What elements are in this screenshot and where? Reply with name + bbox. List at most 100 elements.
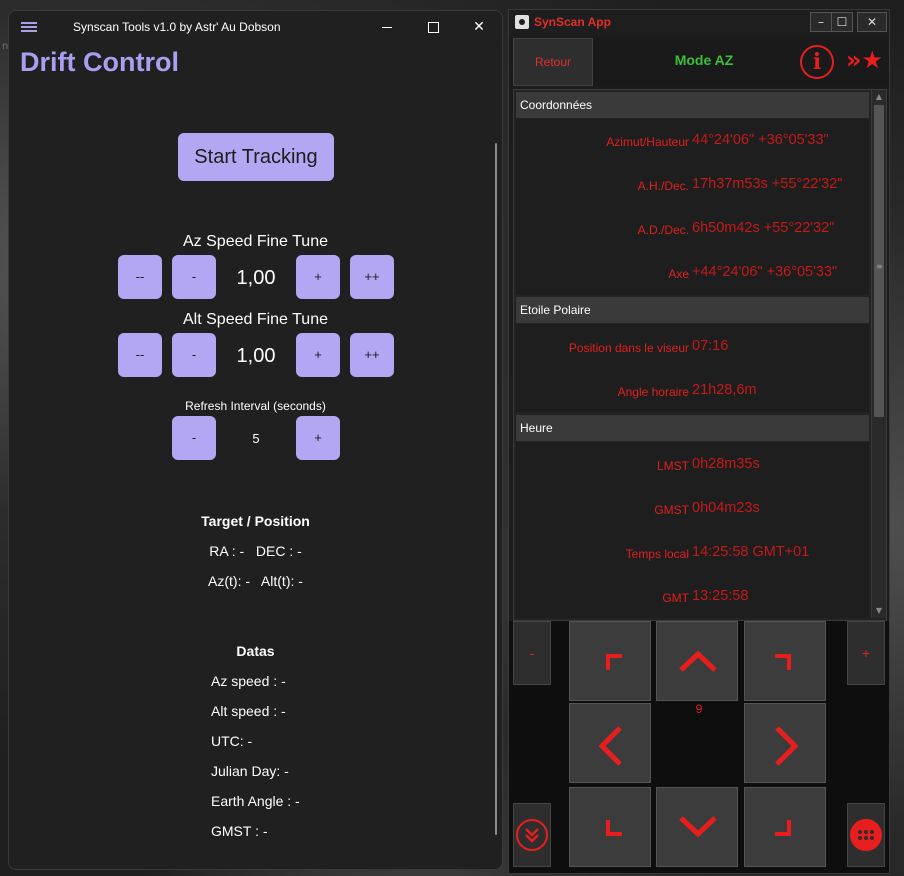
alt-decrease-large-button[interactable]: -- bbox=[118, 333, 162, 377]
coord-row: A.H./Dec. 17h37m53s +55°22'32" bbox=[516, 176, 869, 196]
scroll-up-icon[interactable]: ▲ bbox=[872, 90, 886, 104]
row-label: LMST bbox=[656, 459, 689, 473]
az-decrease-button[interactable]: - bbox=[172, 255, 216, 299]
alt-increase-button[interactable]: + bbox=[296, 333, 340, 377]
alt-speed-readout: Alt speed : - bbox=[211, 703, 286, 719]
row-label: Position dans le viseur bbox=[568, 341, 689, 355]
move-down-button[interactable] bbox=[656, 787, 738, 867]
refresh-increase-button[interactable]: + bbox=[296, 416, 340, 460]
coordinates-section-header: Coordonnées bbox=[516, 92, 869, 118]
double-chevron-down-icon bbox=[516, 819, 548, 851]
az-increase-large-button[interactable]: ++ bbox=[350, 255, 394, 299]
coord-row: A.D./Dec. 6h50m42s +55°22'32" bbox=[516, 220, 869, 240]
direction-pad: - + bbox=[509, 621, 889, 873]
row-label: Azimut/Hauteur bbox=[606, 135, 689, 149]
ra-dec-readout: RA : - DEC : - bbox=[209, 543, 302, 559]
row-label: Axe bbox=[668, 267, 689, 281]
minimize-button[interactable] bbox=[364, 11, 410, 43]
scroll-down-icon[interactable]: ▼ bbox=[872, 604, 886, 618]
az-increase-button[interactable]: + bbox=[296, 255, 340, 299]
coord-row: Azimut/Hauteur 44°24'06" +36°05'33" bbox=[516, 132, 869, 152]
close-button[interactable]: ✕ bbox=[857, 12, 887, 32]
move-up-button[interactable] bbox=[656, 621, 738, 701]
maximize-button[interactable]: ☐ bbox=[831, 12, 853, 32]
row-label: A.D./Dec. bbox=[637, 223, 689, 237]
az-fine-tune-label: Az Speed Fine Tune bbox=[183, 233, 328, 250]
maximize-icon: ☐ bbox=[836, 15, 848, 29]
corner-down-left-icon bbox=[606, 820, 622, 836]
favorite-star-icon[interactable]: »★ bbox=[846, 47, 883, 73]
time-row: LMST 0h28m35s bbox=[516, 456, 869, 476]
minimize-button[interactable]: – bbox=[810, 12, 832, 32]
speed-decrease-button[interactable]: - bbox=[513, 621, 551, 685]
polar-row: Position dans le viseur 07:16 bbox=[516, 338, 869, 358]
az-decrease-large-button[interactable]: -- bbox=[118, 255, 162, 299]
refresh-decrease-button[interactable]: - bbox=[172, 416, 216, 460]
title-bar: Synscan Tools v1.0 by Astr' Au Dobson ✕ bbox=[9, 11, 502, 43]
refresh-interval-label: Refresh Interval (seconds) bbox=[185, 399, 326, 413]
polar-row: Angle horaire 21h28,6m bbox=[516, 382, 869, 402]
row-value: 0h04m23s bbox=[692, 500, 760, 516]
target-position-heading: Target / Position bbox=[201, 513, 310, 529]
info-icon[interactable]: i bbox=[800, 45, 834, 79]
close-button[interactable]: ✕ bbox=[456, 11, 502, 43]
slew-speed-value: 9 bbox=[695, 702, 703, 716]
start-tracking-button[interactable]: Start Tracking bbox=[178, 133, 334, 181]
corner-down-right-icon bbox=[775, 820, 791, 836]
move-down-right-button[interactable] bbox=[744, 787, 826, 867]
scrollbar[interactable] bbox=[495, 143, 497, 835]
row-value: 13:25:58 bbox=[692, 588, 749, 604]
drift-control-window: Synscan Tools v1.0 by Astr' Au Dobson ✕ … bbox=[8, 10, 503, 870]
refresh-interval-value: 5 bbox=[252, 431, 260, 446]
coord-row: Axe +44°24'06" +36°05'33" bbox=[516, 264, 869, 284]
scroll-thumb[interactable]: ≡ bbox=[874, 105, 884, 417]
chevron-up-icon bbox=[679, 650, 717, 672]
alt-fine-tune-label: Alt Speed Fine Tune bbox=[183, 311, 328, 328]
chevron-right-icon bbox=[775, 726, 799, 766]
time-section: LMST 0h28m35s GMST 0h04m23s Temps local … bbox=[516, 442, 869, 618]
move-left-button[interactable] bbox=[569, 703, 651, 783]
expand-button[interactable] bbox=[513, 803, 551, 867]
row-value: 21h28,6m bbox=[692, 382, 757, 398]
time-row: GMT 13:25:58 bbox=[516, 588, 869, 608]
page-title: Drift Control bbox=[20, 47, 179, 77]
window-title: SynScan App bbox=[534, 15, 611, 29]
title-bar: SynScan App – ☐ ✕ bbox=[509, 10, 889, 34]
move-up-right-button[interactable] bbox=[744, 621, 826, 701]
row-value: +44°24'06" +36°05'33" bbox=[692, 264, 838, 280]
move-up-left-button[interactable] bbox=[569, 621, 651, 701]
keypad-grid-icon bbox=[850, 819, 882, 851]
maximize-button[interactable] bbox=[410, 11, 456, 43]
panel-scrollbar[interactable]: ▲ ≡ ▼ bbox=[871, 90, 886, 618]
status-panel: Coordonnées Azimut/Hauteur 44°24'06" +36… bbox=[513, 89, 887, 621]
synscan-app-window: SynScan App – ☐ ✕ Retour Mode AZ i »★ Co… bbox=[508, 9, 890, 874]
close-icon: ✕ bbox=[473, 19, 485, 35]
row-value: 6h50m42s +55°22'32" bbox=[692, 220, 835, 236]
polar-section-header: Etoile Polaire bbox=[516, 297, 869, 323]
alt-decrease-button[interactable]: - bbox=[172, 333, 216, 377]
row-value: 14:25:58 GMT+01 bbox=[692, 544, 810, 560]
alt-fine-tune-value: 1,00 bbox=[236, 345, 276, 367]
back-button[interactable]: Retour bbox=[513, 38, 593, 86]
speed-increase-button[interactable]: + bbox=[847, 621, 885, 685]
move-right-button[interactable] bbox=[744, 703, 826, 783]
mode-indicator: Mode AZ bbox=[674, 52, 734, 68]
hamburger-menu-icon[interactable] bbox=[21, 20, 39, 34]
move-down-left-button[interactable] bbox=[569, 787, 651, 867]
app-logo-icon bbox=[515, 15, 529, 29]
row-label: GMT bbox=[662, 591, 689, 605]
corner-up-left-icon bbox=[606, 654, 622, 670]
time-section-header: Heure bbox=[516, 415, 869, 441]
alt-increase-large-button[interactable]: ++ bbox=[350, 333, 394, 377]
earth-angle-readout: Earth Angle : - bbox=[211, 793, 300, 809]
az-alt-readout: Az(t): - Alt(t): - bbox=[208, 573, 303, 589]
chevron-left-icon bbox=[598, 726, 622, 766]
top-bar: Retour Mode AZ i »★ bbox=[509, 37, 889, 87]
keypad-button[interactable] bbox=[847, 803, 885, 867]
minimize-icon: – bbox=[818, 15, 824, 29]
chevron-down-icon bbox=[679, 816, 717, 838]
row-value: 17h37m53s +55°22'32" bbox=[692, 176, 843, 192]
row-label: Angle horaire bbox=[617, 385, 689, 399]
corner-up-right-icon bbox=[775, 654, 791, 670]
az-fine-tune-value: 1,00 bbox=[236, 267, 276, 289]
